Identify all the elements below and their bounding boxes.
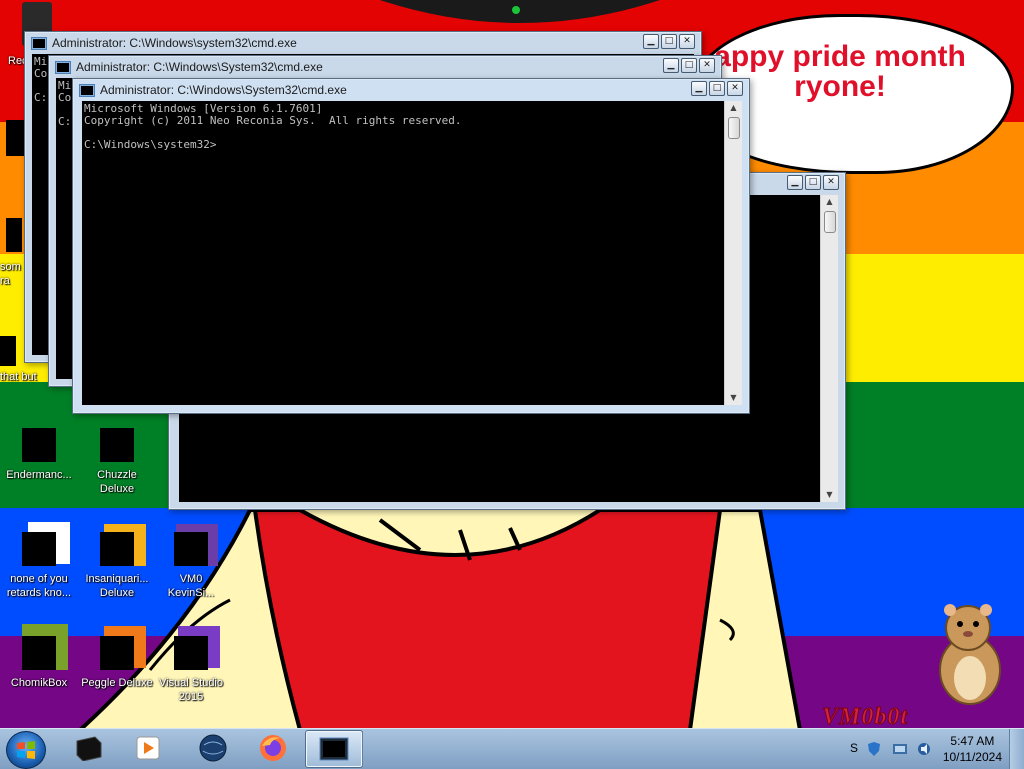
window-controls: ▁ □ ✕	[663, 58, 715, 73]
cmd-icon	[31, 36, 47, 50]
desktop-icon-chuzzle-deluxe[interactable]: Chuzzle Deluxe	[80, 420, 154, 496]
desktop-icon-insaniquarium-deluxe[interactable]: Insaniquari... Deluxe	[80, 532, 154, 600]
minimize-button[interactable]: ▁	[787, 175, 803, 190]
cmd-icon	[319, 737, 349, 761]
minimize-button[interactable]: ▁	[643, 34, 659, 49]
unknown-icon	[6, 218, 22, 252]
taskbar-cmd-button[interactable]	[305, 730, 363, 768]
file-icon	[22, 532, 56, 566]
desktop-icon-chomikbox[interactable]: ChomikBox	[2, 636, 76, 690]
vertical-scrollbar[interactable]: ▲ ▼	[820, 195, 838, 502]
window-controls: ▁ □ ✕	[787, 175, 839, 190]
scroll-down-arrow-icon[interactable]: ▼	[821, 488, 838, 502]
window-title: Administrator: C:\Windows\system32\cmd.e…	[31, 34, 611, 52]
scroll-down-arrow-icon[interactable]: ▼	[725, 391, 742, 405]
desktop-icon-visual-studio-2015[interactable]: Visual Studio 2015	[154, 636, 228, 704]
game-icon	[100, 532, 134, 566]
window-title: Administrator: C:\Windows\System32\cmd.e…	[79, 81, 659, 99]
cmd-icon	[79, 83, 95, 97]
maximize-button[interactable]: □	[681, 58, 697, 73]
taskbar-media-player-icon[interactable]	[120, 730, 176, 766]
console-area[interactable]: Microsoft Windows [Version 6.1.7601] Cop…	[82, 101, 742, 405]
close-button[interactable]: ✕	[823, 175, 839, 190]
unknown-icon	[0, 336, 16, 366]
scroll-up-arrow-icon[interactable]: ▲	[821, 195, 838, 209]
wallpaper-top-shape	[380, 0, 660, 23]
system-tray: S 5:47 AM 10/11/2024	[840, 729, 1024, 769]
console-text: Microsoft Windows [Version 6.1.7601] Cop…	[84, 103, 724, 151]
watermark-text: VM0b0t	[821, 704, 909, 729]
windows-logo-icon	[17, 741, 35, 759]
scroll-thumb[interactable]	[824, 211, 836, 233]
taskbar-program-icon[interactable]	[60, 730, 116, 766]
taskbar-separator	[362, 731, 363, 767]
scroll-thumb[interactable]	[728, 117, 740, 139]
cmd-window-3-active[interactable]: Administrator: C:\Windows\System32\cmd.e…	[72, 78, 750, 414]
game-icon	[100, 420, 140, 462]
volume-icon[interactable]	[916, 741, 932, 757]
tray-label: S	[850, 741, 859, 755]
taskbar-globe-icon[interactable]	[185, 730, 241, 766]
program-icon	[22, 636, 56, 670]
close-button[interactable]: ✕	[727, 81, 743, 96]
close-button[interactable]: ✕	[679, 34, 695, 49]
globe-icon	[199, 734, 227, 762]
scroll-up-arrow-icon[interactable]: ▲	[725, 101, 742, 115]
hamster-image	[939, 604, 1001, 705]
clock-time: 5:47 AM	[950, 734, 995, 748]
window-controls: ▁ □ ✕	[691, 81, 743, 96]
desktop-icon-endermanch[interactable]: Endermanc...	[2, 428, 76, 482]
maximize-button[interactable]: □	[805, 175, 821, 190]
console-prompt: C:\Windows\system32>	[84, 138, 217, 151]
unknown-icon	[6, 120, 26, 156]
taskbar: S 5:47 AM 10/11/2024	[0, 728, 1024, 769]
media-player-icon	[136, 736, 160, 760]
desktop: appy pride month ryone! VM0b0t Rec som r…	[0, 0, 1024, 728]
show-desktop-button[interactable]	[1009, 729, 1024, 769]
cmd-icon	[55, 60, 71, 74]
program-icon	[174, 532, 208, 566]
shield-icon[interactable]	[866, 741, 882, 757]
vertical-scrollbar[interactable]: ▲ ▼	[724, 101, 742, 405]
close-button[interactable]: ✕	[699, 58, 715, 73]
minimize-button[interactable]: ▁	[663, 58, 679, 73]
maximize-button[interactable]: □	[709, 81, 725, 96]
window-controls: ▁ □ ✕	[643, 34, 695, 49]
program-icon	[22, 428, 56, 462]
taskbar-firefox-icon[interactable]	[245, 730, 301, 766]
firefox-icon	[260, 735, 286, 761]
clock[interactable]: 5:47 AM 10/11/2024	[943, 733, 1002, 765]
network-icon[interactable]	[892, 741, 908, 757]
clock-date: 10/11/2024	[942, 750, 1002, 764]
window-title: Administrator: C:\Windows\System32\cmd.e…	[55, 58, 631, 76]
maximize-button[interactable]: □	[661, 34, 677, 49]
game-icon	[100, 636, 134, 670]
desktop-icon-none-of-you[interactable]: none of you retards kno...	[2, 532, 76, 600]
desktop-icon-peggle-deluxe[interactable]: Peggle Deluxe	[80, 636, 154, 690]
minimize-button[interactable]: ▁	[691, 81, 707, 96]
program-icon	[76, 736, 102, 761]
desktop-icon-vm0-kevinsi[interactable]: VM0 KevinSi...	[154, 532, 228, 600]
start-button[interactable]	[6, 731, 46, 769]
visual-studio-icon	[174, 636, 208, 670]
console-line-copyright: Copyright (c) 2011 Neo Reconia Sys. All …	[84, 114, 462, 127]
